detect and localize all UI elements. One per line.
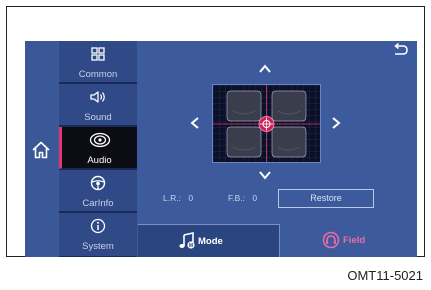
seat-position-panel[interactable] <box>212 84 321 163</box>
arrow-down-icon[interactable] <box>258 168 272 182</box>
audio-rings-icon <box>89 132 110 148</box>
menu-item-sound[interactable]: Sound <box>59 84 137 126</box>
tab-field-label: Field <box>343 235 366 246</box>
cabin-seats-graphic <box>213 85 320 162</box>
home-icon[interactable] <box>30 139 52 161</box>
lr-value: 0 <box>188 193 194 203</box>
tab-mode-label: Mode <box>198 236 223 247</box>
info-icon <box>90 218 106 234</box>
audio-content: L.R.: 0 F.B.: 0 Restore M Mode Field <box>138 41 417 257</box>
svg-text:M: M <box>189 243 193 249</box>
tab-mode[interactable]: M Mode <box>138 224 280 257</box>
back-icon[interactable] <box>391 43 409 57</box>
home-column <box>25 41 58 257</box>
lr-label: L.R.: <box>163 193 181 203</box>
figure-caption: OMT11-5021 <box>347 268 423 283</box>
fb-readout: F.B.: 0 <box>228 193 257 203</box>
menu-item-label: System <box>82 241 114 252</box>
arrow-left-icon[interactable] <box>188 116 202 130</box>
arrow-up-icon[interactable] <box>258 62 272 76</box>
menu-item-carinfo[interactable]: CarInfo <box>59 170 137 212</box>
settings-menu: Common Sound Audio CarInfo System <box>59 41 137 257</box>
head-unit-screen: Common Sound Audio CarInfo System L.R.: … <box>25 41 417 257</box>
grid-icon <box>91 47 105 61</box>
music-note-icon: M <box>179 232 195 249</box>
fb-value: 0 <box>252 193 258 203</box>
audio-tab-bar: M Mode Field <box>138 224 417 257</box>
menu-item-common[interactable]: Common <box>59 41 137 83</box>
tab-field[interactable]: Field <box>280 224 417 257</box>
menu-item-audio[interactable]: Audio <box>59 127 137 169</box>
menu-item-label: Sound <box>84 112 112 123</box>
menu-item-label: Audio <box>87 155 112 166</box>
menu-item-system[interactable]: System <box>59 213 137 257</box>
steering-wheel-icon <box>90 175 106 191</box>
menu-item-label: CarInfo <box>82 198 114 209</box>
speaker-icon <box>90 91 105 103</box>
menu-item-label: Common <box>78 69 118 80</box>
restore-button[interactable]: Restore <box>278 189 374 208</box>
arrow-right-icon[interactable] <box>329 116 343 130</box>
fb-label: F.B.: <box>228 193 246 203</box>
sound-field-icon <box>322 231 340 249</box>
lr-readout: L.R.: 0 <box>163 193 193 203</box>
